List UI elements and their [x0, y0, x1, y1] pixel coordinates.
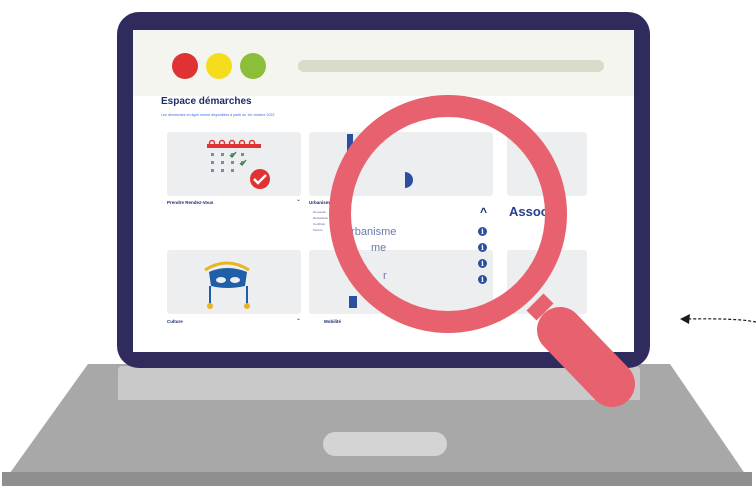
magnifying-glass-icon	[329, 95, 635, 407]
dashed-arrow-icon	[680, 314, 756, 324]
